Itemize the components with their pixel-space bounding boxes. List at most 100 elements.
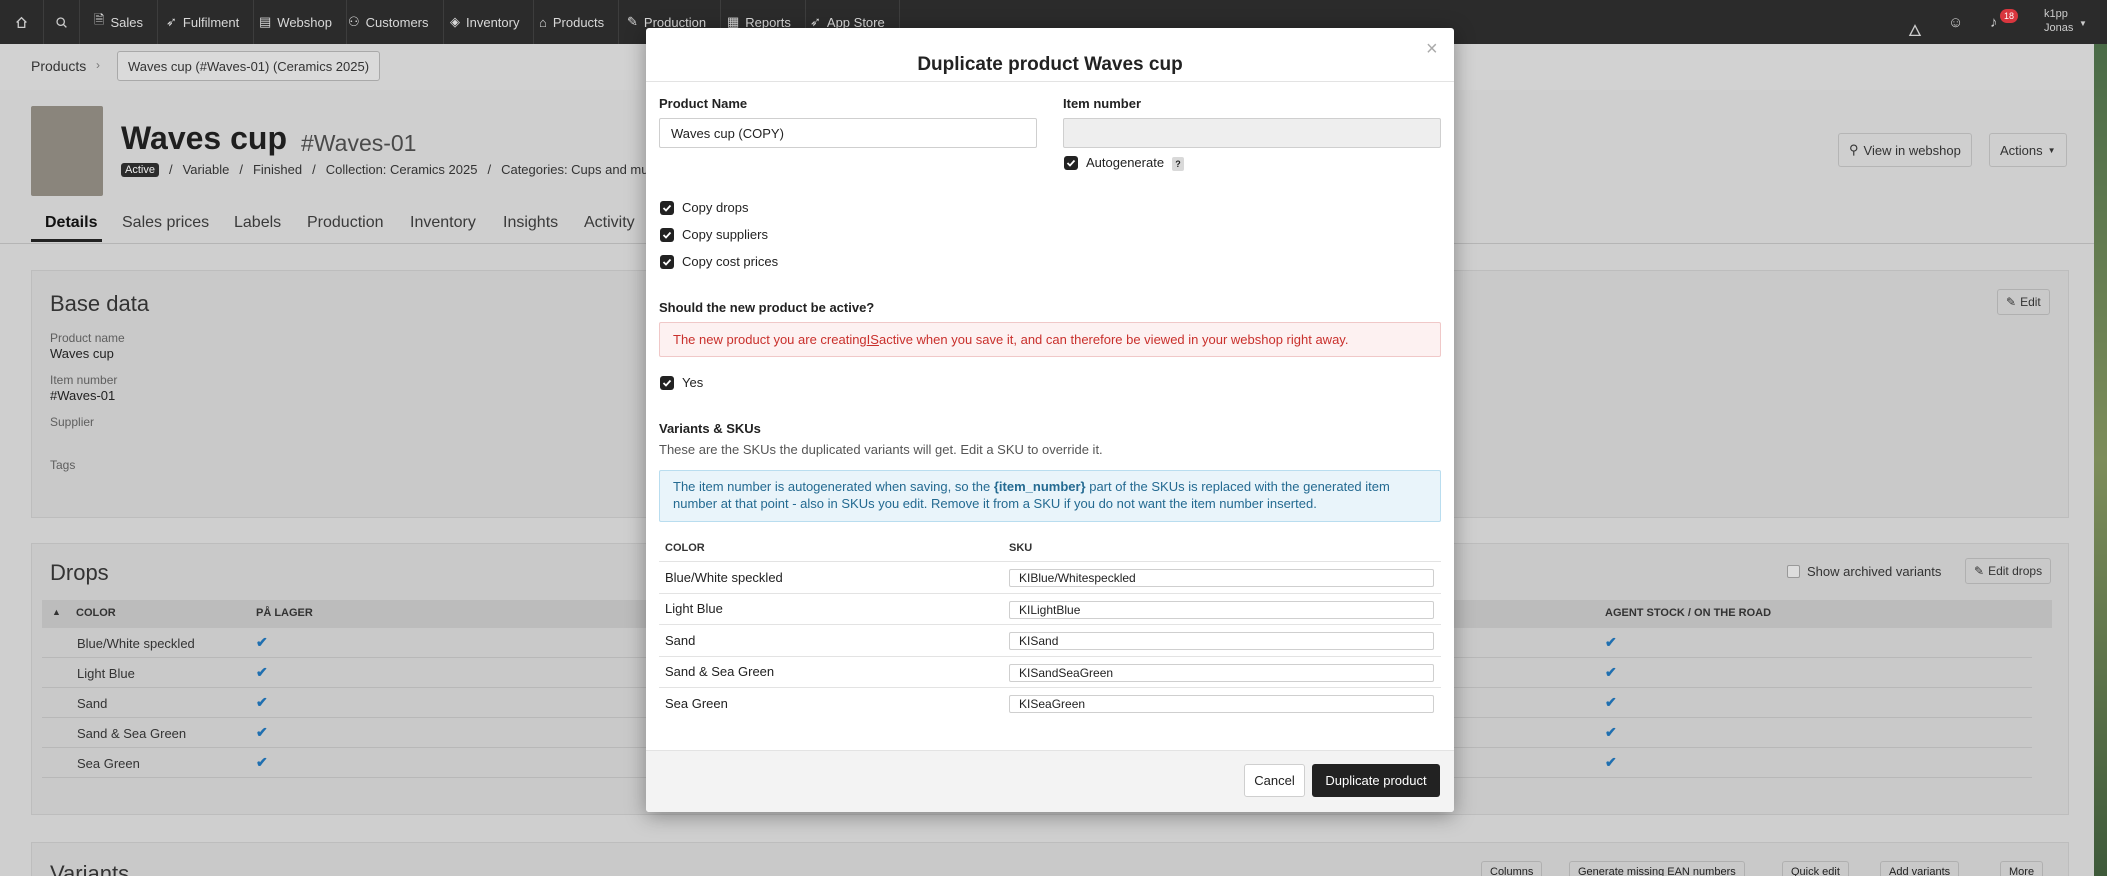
col-stock: PÅ LAGER — [256, 607, 313, 619]
pen-icon: ✎ — [627, 14, 638, 29]
info-text-bold: {item_number} — [993, 479, 1086, 494]
nav-label: Inventory — [466, 14, 520, 30]
chevron-down-icon: ▼ — [2047, 145, 2056, 155]
product-name-input[interactable]: Waves cup (COPY) — [659, 118, 1037, 148]
tab-inventory[interactable]: Inventory — [410, 214, 476, 232]
col-sku: SKU — [1009, 542, 1033, 554]
tab-production[interactable]: Production — [307, 214, 384, 232]
edit-base-data-button[interactable]: ✎ Edit — [1997, 289, 2050, 315]
nav-item-fulfilment[interactable]: ➶ Fulfilment — [152, 0, 255, 44]
columns-button[interactable]: Columns — [1481, 861, 1543, 876]
product-name-value: Waves cup — [50, 346, 114, 361]
check-icon: ✔ — [1605, 724, 1617, 740]
more-button[interactable]: More — [2000, 861, 2044, 876]
product-image — [31, 106, 103, 196]
check-icon: ✔ — [256, 664, 268, 680]
base-data-title: Base data — [50, 291, 150, 316]
edit-label: Edit — [2020, 295, 2041, 309]
row-divider — [659, 593, 1441, 594]
nav-item-customers[interactable]: ⚇ Customers — [334, 0, 444, 44]
fire-icon[interactable]: 🜂 — [1908, 13, 1922, 46]
nav-item-products[interactable]: ⌂ Products — [525, 0, 620, 44]
autogenerate-checkbox[interactable] — [1064, 156, 1078, 170]
active-yes-label: Yes — [682, 375, 704, 390]
check-icon: ✔ — [256, 754, 268, 770]
copy-cost-prices-checkbox[interactable] — [660, 255, 674, 269]
close-icon[interactable]: × — [1426, 38, 1438, 61]
drop-color: Light Blue — [77, 666, 135, 681]
sku-input[interactable]: KISand — [1009, 632, 1434, 650]
product-name-label: Product name — [50, 331, 125, 345]
sku-input[interactable]: KIBlue/Whitespeckled — [1009, 569, 1434, 587]
pencil-icon: ✎ — [2006, 295, 2017, 309]
duplicate-product-button[interactable]: Duplicate product — [1312, 764, 1440, 797]
breadcrumb-products[interactable]: Products — [31, 58, 86, 74]
active-warning-alert: The new product you are creating IS acti… — [659, 322, 1441, 357]
check-icon: ✔ — [256, 694, 268, 710]
add-variants-button[interactable]: Add variants — [1880, 861, 1960, 876]
active-yes-checkbox[interactable] — [660, 376, 674, 390]
rocket-icon: ➶ — [166, 14, 177, 29]
home-icon[interactable] — [0, 0, 44, 44]
background-strip — [2094, 44, 2107, 876]
variants-title: Variants — [50, 861, 130, 876]
check-icon: ✔ — [1605, 754, 1617, 770]
active-question: Should the new product be active? — [659, 300, 875, 315]
modal-header-divider — [646, 81, 1454, 82]
help-icon[interactable]: ? — [1172, 157, 1184, 171]
row-divider — [659, 624, 1441, 625]
actions-button[interactable]: Actions ▼ — [1989, 133, 2067, 167]
nav-item-webshop[interactable]: ▤ Webshop — [245, 0, 347, 44]
bell-icon[interactable]: ♪ — [1990, 14, 1998, 31]
warning-text-pre: The new product you are creating — [673, 332, 867, 347]
tab-insights[interactable]: Insights — [503, 214, 558, 232]
actions-label: Actions — [2000, 142, 2043, 158]
nav-item-sales[interactable]: 🗎 Sales — [80, 0, 158, 44]
variants-skus-title: Variants & SKUs — [659, 421, 761, 436]
quick-edit-button[interactable]: Quick edit — [1782, 861, 1849, 876]
product-title: Waves cup — [121, 120, 287, 156]
product-sku: #Waves-01 — [301, 130, 417, 156]
tab-details[interactable]: Details — [45, 214, 97, 232]
robot-icon[interactable]: ☺ — [1948, 14, 1963, 31]
item-number-label: Item number — [50, 373, 118, 387]
row-divider — [659, 656, 1441, 657]
tab-activity[interactable]: Activity — [584, 214, 635, 232]
copy-drops-label: Copy drops — [682, 200, 749, 215]
tab-sales-prices[interactable]: Sales prices — [122, 214, 209, 232]
info-text-pre: The item number is autogenerated when sa… — [673, 479, 994, 494]
notification-badge: 18 — [2000, 9, 2019, 23]
status-badge: Active — [121, 162, 159, 177]
search-icon[interactable] — [44, 0, 80, 44]
cancel-button[interactable]: Cancel — [1244, 764, 1305, 797]
show-archived-checkbox[interactable] — [1787, 565, 1800, 578]
edit-drops-button[interactable]: ✎ Edit drops — [1965, 558, 2052, 584]
copy-suppliers-checkbox[interactable] — [660, 228, 674, 242]
variant-color: Blue/White speckled — [665, 570, 783, 585]
drop-color: Sand & Sea Green — [77, 726, 187, 741]
nav-label: Customers — [365, 14, 429, 30]
nav-label: Sales — [110, 14, 143, 30]
nav-label: Webshop — [277, 14, 332, 30]
drop-color: Sea Green — [77, 756, 140, 771]
breadcrumb-current[interactable]: Waves cup (#Waves-01) (Ceramics 2025) — [117, 51, 381, 81]
warning-text-is: IS — [866, 332, 879, 347]
generate-ean-button[interactable]: Generate missing EAN numbers — [1569, 861, 1745, 876]
view-in-webshop-button[interactable]: ⚲ View in webshop — [1838, 133, 1972, 167]
tags-label: Tags — [50, 458, 76, 472]
col-agent: AGENT STOCK / ON THE ROAD — [1605, 607, 1772, 619]
copy-drops-checkbox[interactable] — [660, 201, 674, 215]
tab-labels[interactable]: Labels — [234, 214, 281, 232]
item-number-value: #Waves-01 — [50, 388, 116, 403]
sku-input[interactable]: KILightBlue — [1009, 601, 1434, 619]
nav-item-inventory[interactable]: ◈ Inventory — [436, 0, 535, 44]
user-login: k1pp — [2044, 8, 2068, 20]
item-number-input[interactable] — [1063, 118, 1441, 148]
variants-skus-subtitle: These are the SKUs the duplicated varian… — [659, 442, 1103, 457]
cart-icon: ▤ — [259, 14, 272, 29]
copy-suppliers-label: Copy suppliers — [682, 227, 768, 242]
sku-input[interactable]: KISeaGreen — [1009, 695, 1434, 713]
sku-input[interactable]: KISandSeaGreen — [1009, 664, 1434, 682]
user-menu[interactable]: k1pp Jonas — [2044, 7, 2073, 35]
collapse-icon[interactable]: ▲ — [52, 607, 61, 617]
